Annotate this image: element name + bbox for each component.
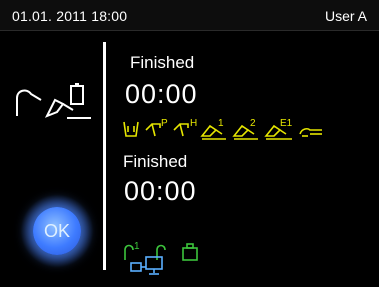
user-name[interactable]: User A	[325, 8, 367, 24]
svg-text:P: P	[161, 118, 168, 129]
ok-button[interactable]: OK	[33, 207, 81, 255]
svg-text:2: 2	[250, 118, 256, 129]
handpiece-p-icon[interactable]: P	[145, 118, 168, 137]
motor-2-icon[interactable]: 2	[232, 118, 258, 140]
instrument-icon-row: P H 1 2 E1	[123, 118, 322, 140]
tray-icon[interactable]	[182, 243, 198, 261]
timer-1: 00:00	[125, 79, 198, 109]
cup-icon[interactable]	[123, 121, 139, 137]
vertical-divider	[103, 42, 106, 270]
motor-1-icon[interactable]: 1	[200, 118, 226, 140]
network-icon[interactable]	[130, 255, 166, 277]
svg-text:H: H	[190, 118, 197, 129]
timer-2: 00:00	[124, 176, 197, 206]
scaler-icon[interactable]	[299, 128, 322, 137]
status-finished-1: Finished	[130, 53, 195, 72]
motor-e1-icon[interactable]: E1	[264, 118, 293, 140]
datetime: 01.01. 2011 18:00	[12, 8, 128, 24]
status-bar: 01.01. 2011 18:00 User A	[0, 0, 379, 31]
tube-instrument-icon	[16, 83, 91, 119]
svg-text:1: 1	[134, 241, 140, 252]
status-finished-2: Finished	[123, 152, 188, 171]
svg-text:1: 1	[218, 118, 224, 129]
handpiece-h-icon[interactable]: H	[173, 118, 197, 137]
svg-text:E1: E1	[280, 118, 293, 129]
